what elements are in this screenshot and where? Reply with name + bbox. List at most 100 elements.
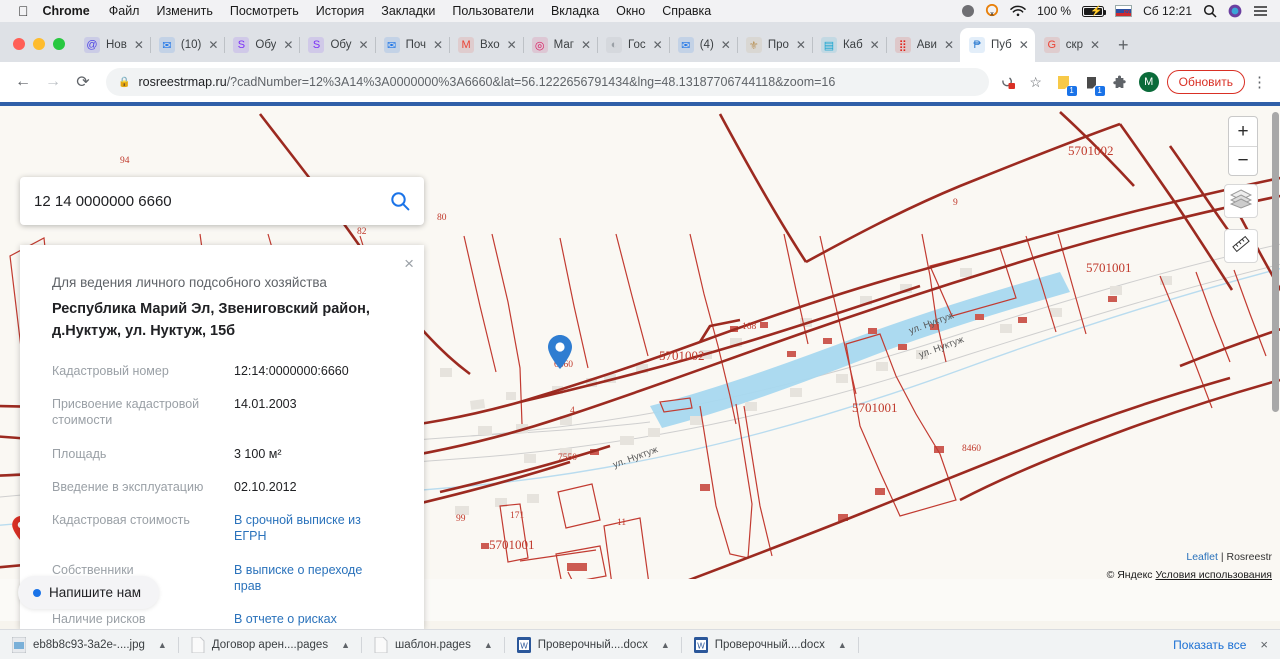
chevron-up-icon[interactable]: ▲ xyxy=(838,640,847,650)
toolbar-actions: ☆ 1 1 M Обновить ⋮ xyxy=(995,69,1272,95)
download-item[interactable]: Договор арен....pages▲ xyxy=(179,630,362,659)
browser-tab[interactable]: ✉Поч✕ xyxy=(375,28,449,62)
menu-item-tab[interactable]: Вкладка xyxy=(551,4,599,18)
menu-item-profiles[interactable]: Пользователи xyxy=(452,4,534,18)
new-tab-button[interactable]: + xyxy=(1106,36,1139,62)
tab-close-icon[interactable]: ✕ xyxy=(359,38,369,52)
browser-tab[interactable]: ₱Пуб✕ xyxy=(960,28,1035,62)
download-item[interactable]: шаблон.pages▲ xyxy=(362,630,505,659)
extensions-puzzle-icon[interactable] xyxy=(1107,69,1133,95)
layers-button[interactable] xyxy=(1224,184,1258,218)
menu-item-history[interactable]: История xyxy=(316,4,364,18)
cookie-blocked-icon[interactable] xyxy=(995,69,1021,95)
window-close-button[interactable] xyxy=(13,38,25,50)
bookmark-star-icon[interactable]: ☆ xyxy=(1023,69,1049,95)
profile-avatar[interactable]: M xyxy=(1139,72,1159,92)
chevron-up-icon[interactable]: ▲ xyxy=(158,640,167,650)
browser-tab[interactable]: ✉(10)✕ xyxy=(150,28,225,62)
cadastral-search-box[interactable] xyxy=(20,177,424,225)
lock-icon: 🔒 xyxy=(118,77,130,88)
tab-close-icon[interactable]: ✕ xyxy=(870,38,880,52)
extension-clip-icon[interactable]: 1 xyxy=(1079,69,1105,95)
menu-item-window[interactable]: Окно xyxy=(616,4,645,18)
menu-item-view[interactable]: Посмотреть xyxy=(230,4,299,18)
browser-tab[interactable]: MВхо✕ xyxy=(449,28,523,62)
tab-close-icon[interactable]: ✕ xyxy=(433,38,443,52)
word-file-icon: W xyxy=(517,637,531,653)
browser-tab[interactable]: ⣿Ави✕ xyxy=(886,28,960,62)
reload-button[interactable]: ⟳ xyxy=(68,67,98,97)
chat-widget-button[interactable]: Напишите нам xyxy=(18,576,159,609)
wifi-icon[interactable] xyxy=(1010,5,1026,17)
tab-close-icon[interactable]: ✕ xyxy=(721,38,731,52)
map-pin-marker[interactable] xyxy=(548,335,572,369)
window-minimize-button[interactable] xyxy=(33,38,45,50)
yandex-terms-link[interactable]: Условия использования xyxy=(1155,569,1272,581)
spotlight-search-icon[interactable] xyxy=(1203,4,1217,18)
menu-item-file[interactable]: Файл xyxy=(109,4,140,18)
zoom-out-button[interactable]: − xyxy=(1229,146,1257,175)
browser-tab[interactable]: SОбу✕ xyxy=(299,28,374,62)
browser-tab[interactable]: ▤Каб✕ xyxy=(812,28,886,62)
tab-close-icon[interactable]: ✕ xyxy=(134,38,144,52)
chat-widget-label: Напишите нам xyxy=(49,585,141,600)
tab-close-icon[interactable]: ✕ xyxy=(581,38,591,52)
measure-button[interactable] xyxy=(1224,229,1258,263)
map-scrollbar[interactable] xyxy=(1272,112,1279,412)
browser-tab[interactable]: SОбу✕ xyxy=(224,28,299,62)
menu-item-bookmarks[interactable]: Закладки xyxy=(381,4,435,18)
chevron-up-icon[interactable]: ▲ xyxy=(661,640,670,650)
search-icon[interactable] xyxy=(390,191,410,211)
download-item[interactable]: eb8b8c93-3a2e-....jpg▲ xyxy=(0,630,179,659)
tab-close-icon[interactable]: ✕ xyxy=(507,38,517,52)
zoom-in-button[interactable]: + xyxy=(1229,117,1257,146)
screen-record-icon[interactable] xyxy=(962,5,974,17)
browser-tab[interactable]: Gскр✕ xyxy=(1035,28,1106,62)
tab-close-icon[interactable]: ✕ xyxy=(1019,38,1029,52)
parcel-property-row: Введение в эксплуатацию02.10.2012 xyxy=(52,479,390,495)
download-item[interactable]: WПроверочный....docx▲ xyxy=(682,630,859,659)
parcel-property-value[interactable]: В отчете о рисках xyxy=(234,611,337,627)
control-center-icon[interactable] xyxy=(1253,5,1268,17)
address-bar[interactable]: 🔒 rosreestrmap.ru/?cadNumber=12%3A14%3A0… xyxy=(106,68,989,96)
browser-tab[interactable]: ◎Маг✕ xyxy=(523,28,597,62)
search-input[interactable] xyxy=(34,193,390,210)
tab-favicon-icon: ▤ xyxy=(821,37,837,53)
tab-close-icon[interactable]: ✕ xyxy=(208,38,218,52)
menu-item-help[interactable]: Справка xyxy=(662,4,711,18)
menu-item-edit[interactable]: Изменить xyxy=(156,4,212,18)
menu-item-chrome[interactable]: Chrome xyxy=(43,4,90,18)
word-file-icon: W xyxy=(694,637,708,653)
parcel-property-value[interactable]: В выписке о переходе прав xyxy=(234,562,390,595)
tab-close-icon[interactable]: ✕ xyxy=(944,38,954,52)
leaflet-link[interactable]: Leaflet xyxy=(1186,551,1218,563)
tab-close-icon[interactable]: ✕ xyxy=(653,38,663,52)
battery-icon[interactable]: ⚡ xyxy=(1082,6,1104,17)
clock-label[interactable]: Сб 12:21 xyxy=(1143,4,1192,18)
tab-close-icon[interactable]: ✕ xyxy=(283,38,293,52)
download-item[interactable]: WПроверочный....docx▲ xyxy=(505,630,682,659)
apple-icon[interactable]:  xyxy=(18,4,29,18)
browser-tab[interactable]: @Нов✕ xyxy=(75,28,150,62)
close-icon[interactable]: × xyxy=(404,255,414,272)
chrome-menu-button[interactable]: ⋮ xyxy=(1247,73,1272,91)
siri-icon[interactable] xyxy=(1228,4,1242,18)
parcel-property-value[interactable]: В срочной выписке из ЕГРН xyxy=(234,512,390,545)
pages-file-icon xyxy=(374,637,388,653)
input-language-flag-icon[interactable]: РУ xyxy=(1115,5,1132,17)
tab-close-icon[interactable]: ✕ xyxy=(1090,38,1100,52)
dropbox-icon[interactable]: x xyxy=(985,4,999,18)
browser-tab[interactable]: ◐Гос✕ xyxy=(597,28,669,62)
browser-tab[interactable]: ✉(4)✕ xyxy=(669,28,737,62)
tab-close-icon[interactable]: ✕ xyxy=(796,38,806,52)
close-shelf-button[interactable]: × xyxy=(1260,637,1280,652)
extension-note-icon[interactable]: 1 xyxy=(1051,69,1077,95)
window-maximize-button[interactable] xyxy=(53,38,65,50)
show-all-downloads-button[interactable]: Показать все xyxy=(1173,638,1260,652)
forward-button[interactable]: → xyxy=(38,67,68,97)
browser-tab[interactable]: ⚜Про✕ xyxy=(737,28,812,62)
update-button[interactable]: Обновить xyxy=(1167,70,1245,94)
chevron-up-icon[interactable]: ▲ xyxy=(341,640,350,650)
chevron-up-icon[interactable]: ▲ xyxy=(484,640,493,650)
back-button[interactable]: ← xyxy=(8,67,38,97)
